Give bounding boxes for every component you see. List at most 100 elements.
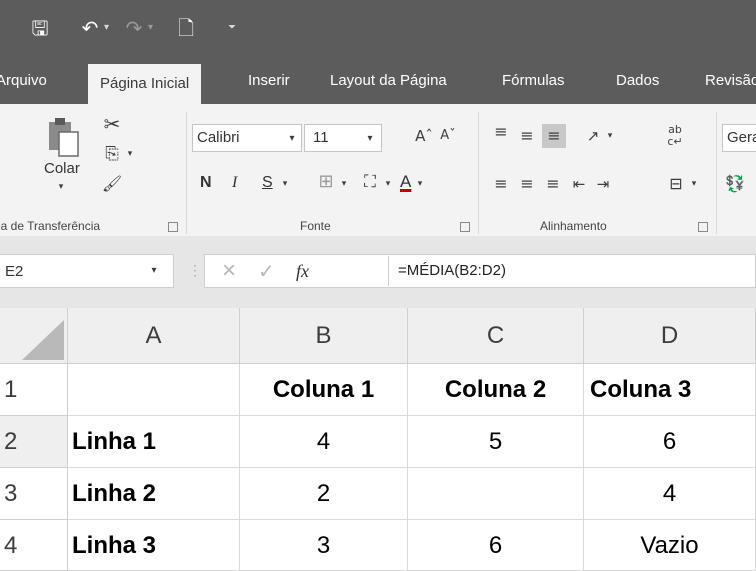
cell-a4[interactable]: Linha 3 [68, 520, 240, 571]
tab-revisao[interactable]: Revisão [705, 58, 756, 104]
cell-c4[interactable]: 6 [408, 520, 584, 571]
font-name-box[interactable]: Calibri ▾ [192, 124, 302, 152]
select-all-triangle-icon [22, 320, 64, 360]
paste-label[interactable]: Colar [44, 160, 80, 177]
select-all-corner[interactable] [0, 308, 68, 364]
borders-dropdown-icon[interactable]: ▾ [338, 172, 350, 196]
name-box-dropdown-icon: ▾ [151, 265, 157, 276]
group-separator [478, 112, 479, 234]
alignment-launcher-icon[interactable] [698, 222, 708, 232]
merge-center-icon[interactable]: ⊟ [664, 172, 688, 196]
align-right-icon[interactable]: ≡ [542, 172, 564, 196]
row-header-3[interactable]: 3 [0, 468, 68, 520]
quick-access-toolbar [0, 0, 756, 58]
fill-color-dropdown-icon[interactable]: ▾ [382, 172, 394, 196]
align-bottom-icon[interactable]: ≡ [542, 124, 566, 148]
orientation-icon[interactable]: ↗ [582, 124, 604, 148]
paste-dropdown-icon[interactable]: ▾ [54, 180, 68, 194]
row-header-2[interactable]: 2 [0, 416, 68, 468]
borders-icon[interactable]: ⊞ [314, 170, 338, 194]
font-size-dropdown-icon: ▾ [367, 133, 373, 144]
undo-dropdown-icon[interactable]: ▾ [104, 18, 109, 38]
tab-arquivo[interactable]: Arquivo [0, 58, 47, 104]
cell-d4[interactable]: Vazio [584, 520, 756, 571]
cell-a1[interactable] [68, 364, 240, 416]
cell-d2[interactable]: 6 [584, 416, 756, 468]
group-separator [716, 112, 717, 234]
accounting-format-icon[interactable]: 💱 [724, 172, 746, 196]
name-box[interactable]: E2 ▾ [0, 254, 174, 288]
cell-d3[interactable]: 4 [584, 468, 756, 520]
tab-pagina-inicial[interactable]: Página Inicial [88, 64, 202, 104]
redo-icon[interactable]: ↷ [122, 14, 146, 42]
row-header-4[interactable]: 4 [0, 520, 68, 571]
bold-button[interactable]: N [200, 174, 212, 192]
increase-font-icon[interactable]: Aˆ [414, 124, 434, 148]
cell-c3[interactable] [408, 468, 584, 520]
column-header-a[interactable]: A [68, 308, 240, 364]
cell-c1[interactable]: Coluna 2 [408, 364, 584, 416]
align-center-icon[interactable]: ≡ [516, 172, 538, 196]
orientation-dropdown-icon[interactable]: ▾ [604, 124, 616, 148]
decrease-font-icon[interactable]: Aˇ [438, 124, 458, 148]
alignment-group-label: Alinhamento [540, 219, 607, 233]
align-middle-icon[interactable]: ≡ [516, 124, 538, 148]
cancel-entry-icon[interactable]: × [222, 258, 236, 284]
font-name-value: Calibri [197, 129, 240, 146]
cell-a2[interactable]: Linha 1 [68, 416, 240, 468]
font-size-box[interactable]: 11 ▾ [304, 124, 382, 152]
paste-button[interactable] [46, 116, 80, 158]
cell-d1[interactable]: Coluna 3 [584, 364, 756, 416]
redo-dropdown-icon[interactable]: ▾ [148, 18, 153, 38]
font-size-value: 11 [313, 129, 329, 146]
cell-b2[interactable]: 4 [240, 416, 408, 468]
undo-icon[interactable]: ↶ [78, 14, 102, 42]
format-painter-icon[interactable]: 🖌 [100, 172, 124, 196]
align-left-icon[interactable]: ≡ [490, 172, 512, 196]
more-options-icon: ⋮ [188, 262, 202, 278]
copy-dropdown-icon[interactable]: ▾ [124, 142, 136, 166]
name-box-value: E2 [5, 263, 24, 280]
align-top-icon[interactable]: ≡ [490, 120, 512, 144]
formula-input[interactable]: =MÉDIA(B2:D2) [398, 262, 506, 279]
row-header-1[interactable]: 1 [0, 364, 68, 416]
cell-b1[interactable]: Coluna 1 [240, 364, 408, 416]
tab-formulas[interactable]: Fórmulas [502, 58, 565, 104]
cell-a3[interactable]: Linha 2 [68, 468, 240, 520]
group-separator [186, 112, 187, 234]
copy-icon[interactable]: ⎘ [100, 142, 124, 166]
fill-color-icon[interactable]: ⛶ [358, 170, 382, 194]
increase-indent-icon[interactable]: ⇥ [592, 172, 614, 196]
column-header-b[interactable]: B [240, 308, 408, 364]
paste-icon [49, 118, 79, 157]
merge-center-dropdown-icon[interactable]: ▾ [688, 172, 700, 196]
cell-c2[interactable]: 5 [408, 416, 584, 468]
customize-qat-icon[interactable]: ⏷ [228, 18, 236, 38]
font-name-dropdown-icon: ▾ [289, 133, 295, 144]
underline-dropdown-icon[interactable]: ▾ [278, 172, 292, 196]
font-color-button[interactable]: A [400, 172, 411, 192]
cut-icon[interactable]: ✂ [100, 112, 124, 136]
tab-layout-da-pagina[interactable]: Layout da Página [330, 58, 447, 104]
column-header-c[interactable]: C [408, 308, 584, 364]
wrap-text-icon[interactable]: ab c↵ [664, 124, 686, 148]
decrease-indent-icon[interactable]: ⇤ [568, 172, 590, 196]
column-header-d[interactable]: D [584, 308, 756, 364]
cell-b3[interactable]: 2 [240, 468, 408, 520]
cell-b4[interactable]: 3 [240, 520, 408, 571]
italic-button[interactable]: I [232, 174, 237, 192]
formula-divider [388, 256, 389, 286]
font-launcher-icon[interactable] [460, 222, 470, 232]
print-preview-icon[interactable]: 🗋 [172, 14, 200, 42]
number-format-value: Geral [727, 129, 756, 146]
save-icon[interactable]: 🖫 [26, 14, 54, 42]
tab-inserir[interactable]: Inserir [248, 58, 290, 104]
font-group-label: Fonte [300, 219, 331, 233]
insert-function-icon[interactable]: fx [296, 258, 309, 284]
font-color-dropdown-icon[interactable]: ▾ [414, 172, 426, 196]
enter-entry-icon[interactable]: ✓ [258, 258, 275, 284]
underline-button[interactable]: S [262, 174, 273, 192]
tab-dados[interactable]: Dados [616, 58, 659, 104]
number-format-box[interactable]: Geral [722, 124, 756, 152]
clipboard-launcher-icon[interactable] [168, 222, 178, 232]
